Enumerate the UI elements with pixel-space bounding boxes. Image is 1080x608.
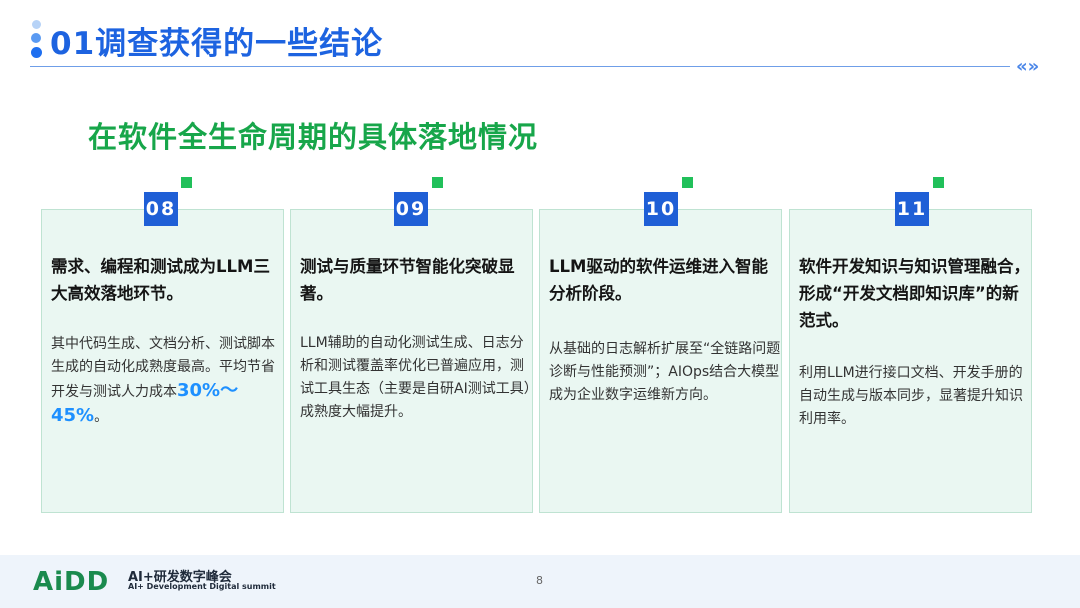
card-number-badge: 09 bbox=[394, 192, 428, 226]
card-heading: 需求、编程和测试成为LLM三大高效落地环节。 bbox=[51, 257, 270, 303]
badge-corner-mark bbox=[933, 177, 944, 188]
page-title: 01调查获得的一些结论 bbox=[50, 26, 384, 62]
section-subtitle: 在软件全生命周期的具体落地情况 bbox=[88, 120, 539, 154]
badge-corner-mark bbox=[181, 177, 192, 188]
aidd-logo: AiDD bbox=[33, 567, 110, 597]
finding-card-08: 需求、编程和测试成为LLM三大高效落地环节。 其中代码生成、文档分析、测试脚本生… bbox=[41, 209, 284, 513]
card-number-badge: 10 bbox=[644, 192, 678, 226]
card-number-badge: 11 bbox=[895, 192, 929, 226]
card-number-badge: 08 bbox=[144, 192, 178, 226]
footer-bar: AiDD AI+研发数字峰会 AI+ Development Digital s… bbox=[0, 555, 1080, 608]
card-heading: 测试与质量环节智能化突破显著。 bbox=[300, 257, 515, 303]
page-number: 8 bbox=[536, 574, 543, 587]
card-body: 利用LLM进行接口文档、开发手册的自动生成与版本同步，显著提升知识利用率。 bbox=[799, 365, 1023, 427]
card-body: LLM辅助的自动化测试生成、日志分析和测试覆盖率优化已普遍应用，测试工具生态（主… bbox=[300, 335, 531, 420]
logo-subtitle: AI+ Development Digital summit bbox=[128, 582, 276, 591]
card-body: 从基础的日志解析扩展至“全链路问题诊断与性能预测”；AIOps结合大模型成为企业… bbox=[549, 341, 781, 403]
finding-card-10: LLM驱动的软件运维进入智能分析阶段。 从基础的日志解析扩展至“全链路问题诊断与… bbox=[539, 209, 782, 513]
nav-arrows-icon[interactable]: «» bbox=[1016, 56, 1039, 77]
badge-corner-mark bbox=[432, 177, 443, 188]
finding-card-09: 测试与质量环节智能化突破显著。 LLM辅助的自动化测试生成、日志分析和测试覆盖率… bbox=[290, 209, 533, 513]
card-heading: LLM驱动的软件运维进入智能分析阶段。 bbox=[549, 257, 768, 303]
title-dots-icon bbox=[30, 20, 42, 62]
card-body: 其中代码生成、文档分析、测试脚本生成的自动化成熟度最高。平均节省开发与测试人力成… bbox=[51, 336, 275, 426]
badge-corner-mark bbox=[682, 177, 693, 188]
finding-card-11: 软件开发知识与知识管理融合，形成“开发文档即知识库”的新范式。 利用LLM进行接… bbox=[789, 209, 1032, 513]
header-divider bbox=[30, 66, 1010, 67]
card-heading: 软件开发知识与知识管理融合，形成“开发文档即知识库”的新范式。 bbox=[799, 257, 1030, 330]
